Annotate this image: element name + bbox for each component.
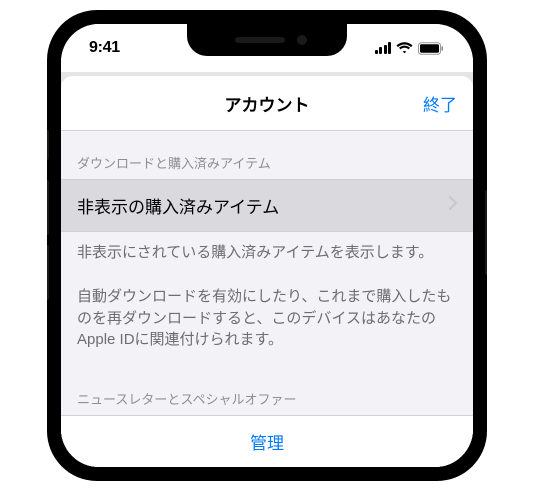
cellular-signal-icon bbox=[375, 42, 392, 54]
downloads-footer-2: 自動ダウンロードを有効にしたり、これまで購入したものを再ダウンロードすると、この… bbox=[61, 280, 473, 367]
downloads-section-header: ダウンロードと購入済みアイテム bbox=[61, 131, 473, 179]
hidden-purchases-cell[interactable]: 非表示の購入済みアイテム bbox=[61, 179, 473, 232]
wifi-icon bbox=[396, 42, 413, 54]
battery-icon bbox=[418, 42, 445, 55]
volume-up-button bbox=[47, 180, 49, 235]
notch bbox=[187, 24, 347, 56]
chevron-right-icon bbox=[449, 196, 457, 215]
newsletter-section-header: ニュースレターとスペシャルオファー bbox=[61, 367, 473, 415]
status-time: 9:41 bbox=[89, 39, 120, 57]
volume-down-button bbox=[47, 245, 49, 300]
nav-title: アカウント bbox=[225, 91, 310, 116]
power-button bbox=[485, 190, 487, 275]
mute-switch bbox=[47, 130, 49, 160]
hidden-purchases-label: 非表示の購入済みアイテム bbox=[77, 193, 279, 218]
phone-frame: 9:41 bbox=[47, 10, 487, 481]
downloads-footer-1: 非表示にされている購入済みアイテムを表示します。 bbox=[61, 232, 473, 280]
manage-cell[interactable]: 管理 bbox=[61, 415, 473, 467]
account-sheet: アカウント 終了 ダウンロードと購入済みアイテム 非表示の購入済みアイテム bbox=[61, 76, 473, 467]
done-button[interactable]: 終了 bbox=[423, 91, 457, 116]
phone-screen: 9:41 bbox=[61, 24, 473, 467]
sheet-content: ダウンロードと購入済みアイテム 非表示の購入済みアイテム 非表示にされている購 bbox=[61, 131, 473, 467]
nav-bar: アカウント 終了 bbox=[61, 76, 473, 131]
manage-label: 管理 bbox=[250, 434, 284, 453]
status-icons bbox=[375, 42, 446, 55]
